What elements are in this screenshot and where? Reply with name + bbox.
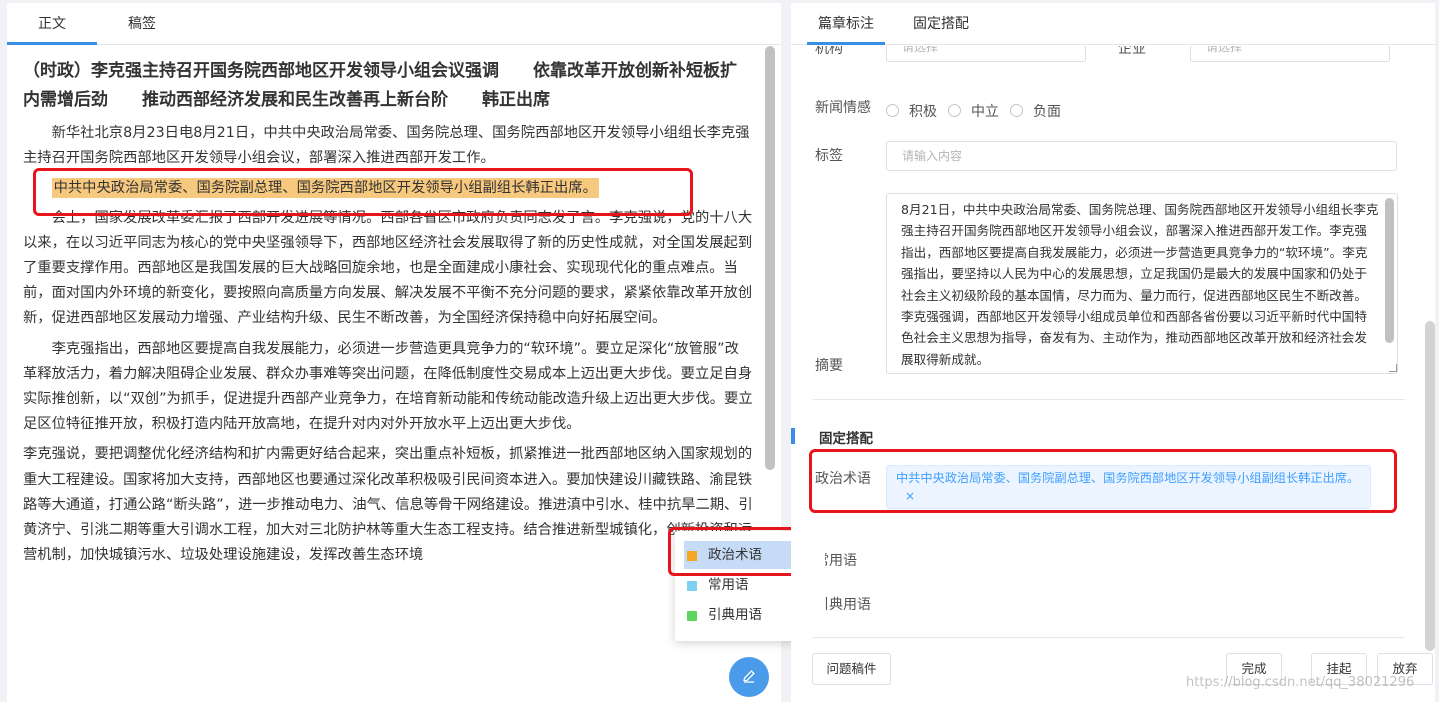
summary-textarea[interactable]: 8月21日，中共中央政治局常委、国务院总理、国务院西部地区开发领导小组组长李克强… [886,193,1398,374]
article-paragraph-3: 李克强指出，西部地区要提高自我发展能力，必须进一步营造更具竞争力的“软环境”。要… [23,340,753,433]
edit-icon [743,670,755,683]
common-phrase-label: 常用语 [815,553,857,569]
summary-scrollbar[interactable] [1385,198,1394,343]
political-term-highlight-box [809,449,1397,513]
resize-handle-icon[interactable] [1389,364,1397,372]
divider [813,637,1405,638]
company-label: 企业 [1118,46,1146,57]
divider [813,399,1405,400]
active-tab-indicator [7,42,97,45]
problem-draft-button[interactable]: 问题稿件 [812,653,891,685]
article-paragraph-4: 李克强说，要把调整优化经济结构和扩内需更好结合起来，突出重点补短板，抓紧推进一批… [23,446,753,564]
article-content: （时政）李克强主持召开国务院西部地区开发领导小组会议强调 依靠改革开放创新补短板… [23,57,753,568]
section-title: 固定搭配 [819,431,873,447]
tab-body[interactable]: 正文 [7,3,97,45]
tab-fixed-collocation[interactable]: 固定搭配 [901,3,981,45]
summary-label: 摘要 [815,358,843,374]
radio-positive[interactable]: 积极 [886,101,937,121]
article-tabs: 正文 稿签 [7,3,781,45]
article-title: （时政）李克强主持召开国务院西部地区开发领导小组会议强调 依靠改革开放创新补短板… [23,61,737,110]
edit-button[interactable] [729,657,769,697]
tab-draft-sign[interactable]: 稿签 [97,3,187,45]
radio-negative[interactable]: 负面 [1010,101,1061,121]
radio-neutral[interactable]: 中立 [948,101,999,121]
article-panel: 正文 稿签 （时政）李克强主持召开国务院西部地区开发领导小组会议强调 依靠改革开… [7,3,781,702]
annotation-tabs: 篇章标注 固定搭配 [791,3,1435,45]
company-select[interactable]: 请选择 [1190,46,1390,62]
quotation-label: 引典用语 [815,597,871,613]
watermark: https://blog.csdn.net/qq_38021296 [1186,675,1415,690]
scrolled-row-clip: 机构 请选择 企业 请选择 [791,46,1425,62]
blue-square-icon [687,581,697,591]
section-marker [791,428,795,444]
tab-chapter-annotation[interactable]: 篇章标注 [807,3,885,45]
panel-scrollbar[interactable] [1425,321,1435,651]
org-select[interactable]: 请选择 [886,46,1086,62]
green-square-icon [687,611,697,621]
tag-label: 标签 [815,148,843,164]
org-label: 机构 [815,46,843,57]
article-scrollbar[interactable] [765,46,775,470]
annotation-panel: 篇章标注 固定搭配 机构 请选择 企业 请选择 新闻情感 积极 中立 负面 标签… [791,3,1435,702]
article-paragraph-2: 会上，国家发展改革委汇报了西部开发进展等情况。西部各省区市政府负责同志发了言。李… [23,209,753,327]
active-tab-indicator [807,42,885,45]
sentiment-label: 新闻情感 [815,100,871,116]
article-paragraph-1: 新华社北京8月23日电8月21日，中共中央政治局常委、国务院总理、国务院西部地区… [23,125,750,167]
annotation-highlight-box [33,168,693,216]
tag-input[interactable]: 请输入内容 [886,141,1397,171]
